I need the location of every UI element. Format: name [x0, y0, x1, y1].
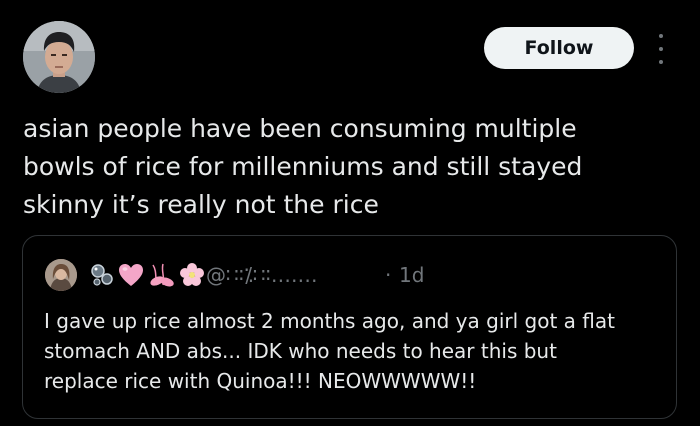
bubbles-icon — [91, 264, 113, 286]
quoted-author-handle[interactable]: @∷∶⁒∷∶‥‥․‥ — [206, 263, 318, 287]
author-avatar[interactable] — [23, 21, 95, 93]
quoted-tweet-text: I gave up rice almost 2 months ago, and … — [44, 309, 615, 393]
quoted-tweet-timestamp[interactable]: 1d — [399, 263, 424, 287]
follow-button[interactable]: Follow — [484, 27, 634, 69]
ballet-shoes-icon — [150, 263, 174, 287]
more-options-icon[interactable] — [651, 34, 671, 64]
more-dot — [659, 34, 663, 38]
quoted-tweet-card[interactable]: @∷∶⁒∷∶‥‥․‥ · 1d I gave up rice almost 2 … — [22, 235, 677, 419]
profile-photo-icon — [23, 21, 95, 93]
handle-separator: · — [385, 263, 392, 287]
quoted-author-name — [89, 260, 205, 290]
cherry-blossom-icon — [180, 263, 204, 286]
more-dot — [659, 47, 663, 51]
quoted-author-avatar[interactable] — [45, 259, 77, 291]
pink-heart-icon — [119, 264, 143, 286]
profile-photo-icon — [45, 259, 77, 291]
more-dot — [659, 60, 663, 64]
tweet-text: asian people have been consuming multipl… — [23, 114, 583, 219]
